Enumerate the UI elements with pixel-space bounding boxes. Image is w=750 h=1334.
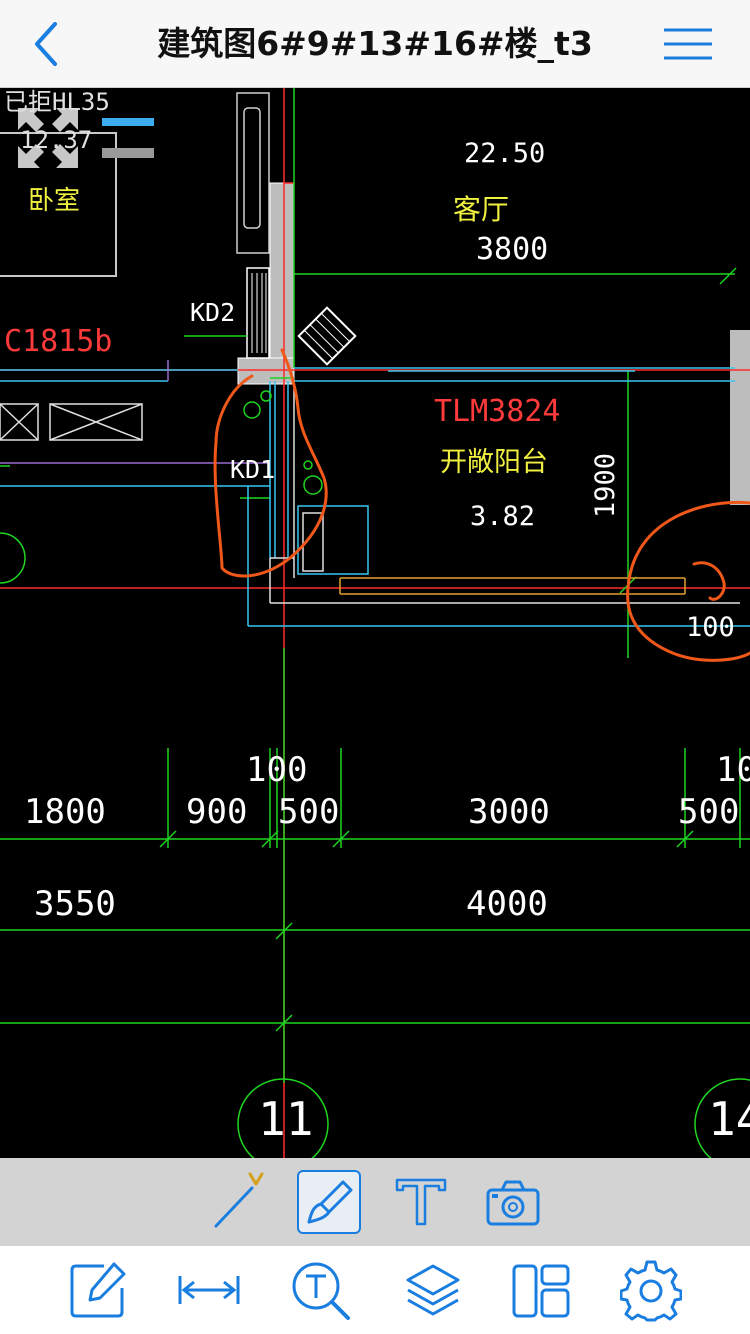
dim-row2-3550: 3550 [34,884,116,924]
nav-bar: 建筑图6#9#13#16#楼_t3 [0,0,750,88]
balcony-code-label: TLM3824 [434,394,561,429]
living-width-dim: 3800 [476,232,549,267]
drawing-title: 建筑图6#9#13#16#楼_t3 [157,24,593,63]
balcony-label: 开敞阳台 [440,447,548,478]
layout-icon [512,1264,570,1318]
bedroom-label: 卧室 [28,186,81,216]
brush-icon [307,1180,353,1224]
right-100-dim: 100 [686,612,735,643]
grid-axis-14: 14 [708,1092,750,1146]
brush-tool-button[interactable] [297,1170,361,1234]
kd1-tag: KD1 [230,455,276,484]
cad-linework [0,88,750,1158]
text-search-button[interactable] [290,1260,352,1322]
dim-row2-4000: 4000 [466,884,548,924]
bottom-tab-bar [0,1246,750,1334]
line-v-icon [214,1172,264,1228]
dim-row1-900: 900 [186,792,248,832]
text-t-icon [395,1178,447,1226]
chevron-left-icon [35,22,57,66]
line-tool-button[interactable] [208,1170,272,1234]
dim-row1-500b: 500 [678,792,740,832]
layout-button[interactable] [510,1260,572,1322]
measure-button[interactable] [178,1260,240,1322]
camera-tool-button[interactable] [480,1170,544,1234]
text-tool-button[interactable] [389,1170,453,1234]
text-search-icon [292,1262,350,1320]
menu-button[interactable] [662,22,714,66]
dim-row1-500: 500 [278,792,340,832]
bedroom-area-fragment: 已拒HL35 [4,88,110,116]
edit-pencil-icon [70,1262,126,1318]
annotate-button[interactable] [68,1260,130,1322]
dim-row1-3000: 3000 [468,792,550,832]
living-room-label: 客厅 [453,193,510,226]
bedroom-area-value: 12.37 [20,126,93,154]
living-area-label: 22.50 [464,138,546,169]
measure-arrow-icon [178,1276,240,1304]
balcony-depth-dim: 1900 [590,452,622,519]
gear-icon [619,1260,683,1322]
dim-top-10: 10 [716,750,750,790]
cad-drawing-canvas[interactable]: 已拒HL35 12.37 卧室 22.50 客厅 3800 KD2 C1815b… [0,88,750,1158]
back-button[interactable] [22,18,74,70]
window-code-label: C1815b [4,324,113,359]
camera-icon [486,1180,540,1226]
layers-icon [406,1264,460,1316]
dim-top-100: 100 [246,750,308,790]
dim-row1-1800: 1800 [24,792,106,832]
markup-toolbar [0,1158,750,1246]
layers-button[interactable] [402,1260,464,1322]
balcony-area-label: 3.82 [470,501,536,532]
settings-button[interactable] [619,1260,683,1322]
grid-axis-11: 11 [258,1092,314,1146]
hamburger-menu-icon [664,28,712,60]
kd2-tag: KD2 [190,298,236,327]
